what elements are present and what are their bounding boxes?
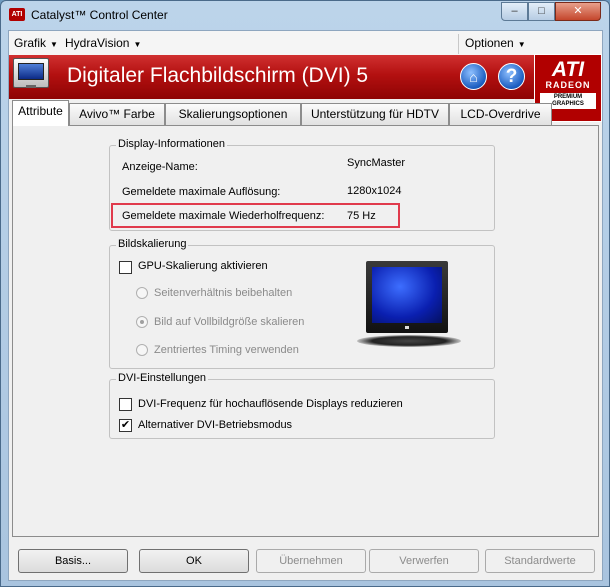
max-refresh-value: 75 Hz: [347, 210, 376, 222]
radio-fullscreen[interactable]: [136, 316, 148, 328]
client-area: Grafik ▼ HydraVision ▼ Optionen ▼ Digitaler…: [8, 30, 603, 581]
chevron-down-icon: ▼: [517, 40, 526, 49]
max-resolution-label: Gemeldete maximale Auflösung:: [122, 186, 281, 198]
button-row: Basis... OK Übernehmen Verwerfen Standar…: [9, 537, 602, 582]
menu-hydravision[interactable]: HydraVision ▼: [65, 36, 141, 50]
ati-small-logo-icon: ATI: [9, 8, 25, 21]
minimize-button[interactable]: –: [501, 2, 528, 21]
monitor-illustration: [357, 261, 467, 351]
chevron-down-icon: ▼: [50, 40, 58, 49]
basis-button[interactable]: Basis...: [18, 549, 128, 573]
defaults-button[interactable]: Standardwerte: [485, 549, 595, 573]
radio-keep-aspect-label: Seitenverhältnis beibehalten: [154, 287, 293, 299]
help-icon[interactable]: ?: [498, 63, 525, 90]
tab-strip: Attribute Avivo™ Farbe Skalierungsoption…: [9, 99, 602, 126]
close-button[interactable]: ✕: [555, 2, 601, 21]
menu-optionen-label: Optionen: [465, 36, 514, 50]
tab-avivo-farbe[interactable]: Avivo™ Farbe: [69, 103, 165, 125]
radio-centered-timing[interactable]: [136, 344, 148, 356]
menu-bar: Grafik ▼ HydraVision ▼ Optionen ▼: [9, 31, 602, 55]
discard-button[interactable]: Verwerfen: [369, 549, 479, 573]
apply-button[interactable]: Übernehmen: [256, 549, 366, 573]
dvi-reduce-label[interactable]: DVI-Frequenz für hochauflösende Displays…: [138, 398, 403, 410]
chevron-down-icon: ▼: [133, 40, 142, 49]
display-name-label: Anzeige-Name:: [122, 161, 198, 173]
display-name-value: SyncMaster: [347, 157, 406, 169]
max-refresh-label: Gemeldete maximale Wiederholfrequenz:: [122, 210, 325, 222]
menu-grafik-label: Grafik: [14, 36, 47, 50]
logo-radeon-text: RADEON: [545, 80, 591, 90]
radio-fullscreen-label: Bild auf Vollbildgröße skalieren: [154, 316, 305, 328]
monitor-icon: [13, 58, 49, 88]
page-header: Digitaler Flachbildschirm (DVI) 5 ⌂ ? AT…: [9, 54, 602, 122]
menu-optionen[interactable]: Optionen ▼: [465, 36, 526, 50]
app-window: ATI Catalyst™ Control Center – □ ✕ Grafi…: [0, 0, 610, 587]
dvi-alt-mode-checkbox[interactable]: ✔: [119, 419, 132, 432]
tab-skalierungsoptionen[interactable]: Skalierungsoptionen: [165, 103, 301, 125]
tab-hdtv[interactable]: Unterstützung für HDTV: [301, 103, 449, 125]
attribute-panel: Display-Informationen Anzeige-Name: Sync…: [12, 125, 599, 537]
title-bar[interactable]: ATI Catalyst™ Control Center – □ ✕: [1, 1, 609, 29]
scaling-title: Bildskalierung: [116, 238, 189, 250]
tab-attribute[interactable]: Attribute: [12, 100, 69, 126]
radio-keep-aspect[interactable]: [136, 287, 148, 299]
window-title: Catalyst™ Control Center: [31, 8, 168, 22]
maximize-button[interactable]: □: [528, 2, 555, 21]
dvi-alt-mode-label[interactable]: Alternativer DVI-Betriebsmodus: [138, 419, 292, 431]
display-info-title: Display-Informationen: [116, 138, 227, 150]
menu-hydravision-label: HydraVision: [65, 36, 130, 50]
home-icon[interactable]: ⌂: [460, 63, 487, 90]
gpu-scaling-label[interactable]: GPU-Skalierung aktivieren: [138, 260, 268, 272]
gpu-scaling-checkbox[interactable]: [119, 261, 132, 274]
menu-divider: [458, 34, 459, 54]
dvi-reduce-checkbox[interactable]: [119, 398, 132, 411]
tab-lcd-overdrive[interactable]: LCD-Overdrive: [449, 103, 552, 125]
page-title: Digitaler Flachbildschirm (DVI) 5: [67, 64, 369, 87]
menu-grafik[interactable]: Grafik ▼: [14, 36, 58, 50]
logo-ati-text: ATI: [551, 58, 585, 81]
radio-centered-timing-label: Zentriertes Timing verwenden: [154, 344, 299, 356]
dvi-title: DVI-Einstellungen: [116, 372, 209, 384]
max-resolution-value: 1280x1024: [347, 185, 402, 197]
ok-button[interactable]: OK: [139, 549, 249, 573]
